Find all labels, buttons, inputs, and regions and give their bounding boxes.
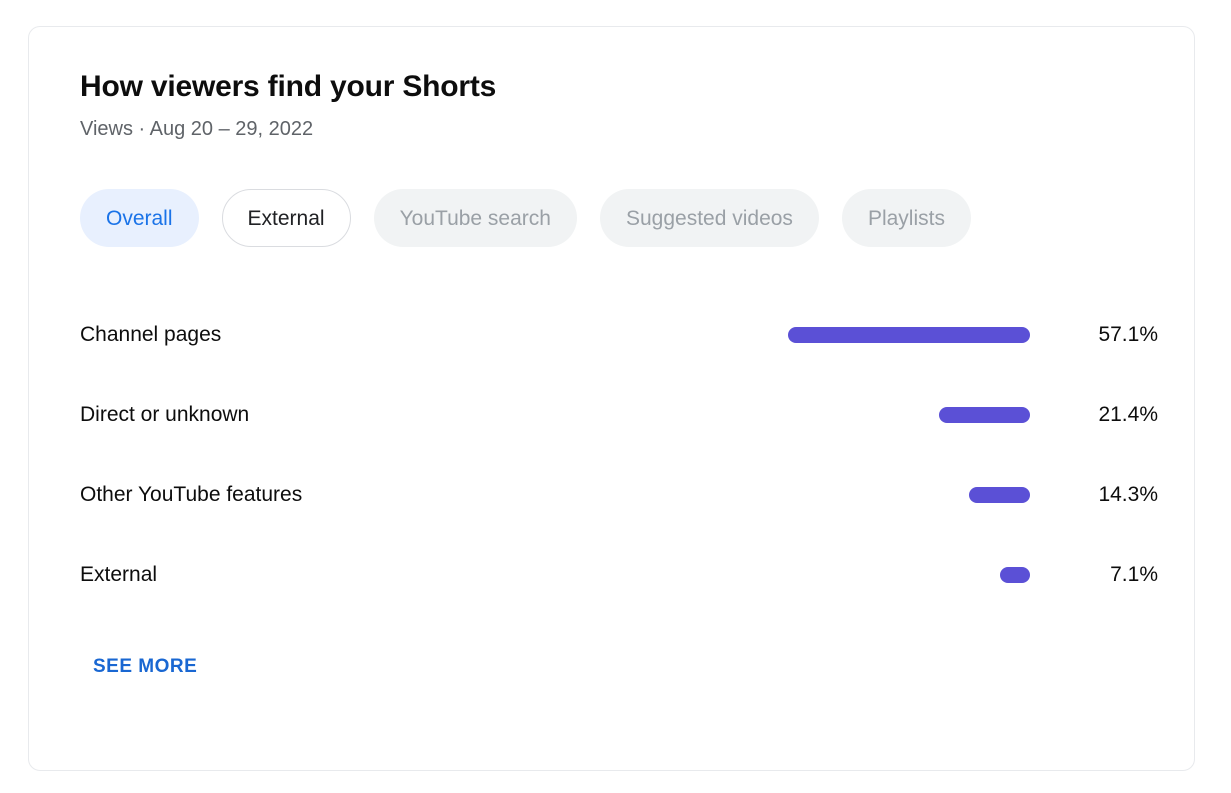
bar-track	[606, 327, 1030, 343]
row-bar-zone: 57.1%	[221, 295, 1158, 375]
tab-playlists-label: Playlists	[867, 206, 945, 230]
see-more-link[interactable]: SEE MORE	[93, 656, 197, 678]
bar-fill	[787, 327, 1030, 343]
tab-playlists[interactable]: Playlists	[841, 189, 971, 247]
row-bar-zone: 7.1%	[157, 535, 1158, 615]
table-row[interactable]: Channel pages 57.1%	[80, 295, 1158, 375]
bar-fill	[939, 407, 1030, 423]
row-value: 21.4%	[1098, 403, 1158, 426]
row-value: 7.1%	[1110, 563, 1158, 586]
tab-youtube-search-label: YouTube search	[399, 206, 551, 230]
page-title: How viewers find your Shorts	[80, 70, 497, 103]
bar-track	[606, 487, 1030, 503]
row-bar-zone: 14.3%	[302, 455, 1158, 535]
tab-youtube-search[interactable]: YouTube search	[373, 189, 577, 247]
traffic-source-bar-chart: Channel pages 57.1% Direct or unknown 21…	[80, 295, 1158, 615]
row-label: External	[80, 563, 158, 586]
row-value: 57.1%	[1098, 323, 1158, 346]
row-label: Direct or unknown	[80, 403, 250, 426]
tab-suggested-videos[interactable]: Suggested videos	[599, 189, 819, 247]
table-row[interactable]: Other YouTube features 14.3%	[80, 455, 1158, 535]
row-value: 14.3%	[1098, 483, 1158, 506]
row-label: Channel pages	[80, 323, 222, 346]
bar-track	[606, 567, 1030, 583]
tab-overall[interactable]: Overall	[80, 189, 199, 247]
shorts-traffic-source-card: How viewers find your Shorts Views · Aug…	[28, 26, 1195, 771]
tab-external[interactable]: External	[221, 189, 351, 247]
bar-fill	[999, 567, 1030, 583]
tab-external-label: External	[247, 206, 325, 230]
tab-overall-label: Overall	[106, 206, 173, 230]
table-row[interactable]: Direct or unknown 21.4%	[80, 375, 1158, 455]
row-bar-zone: 21.4%	[249, 375, 1158, 455]
row-label: Other YouTube features	[80, 483, 303, 506]
bar-track	[606, 407, 1030, 423]
table-row[interactable]: External 7.1%	[80, 535, 1158, 615]
bar-fill	[969, 487, 1030, 503]
card-content: How viewers find your Shorts Views · Aug…	[80, 69, 1158, 770]
tab-suggested-videos-label: Suggested videos	[625, 206, 793, 230]
card-subtitle: Views · Aug 20 – 29, 2022	[80, 118, 314, 140]
traffic-source-tabs: Overall External YouTube search Suggeste…	[80, 189, 1158, 247]
